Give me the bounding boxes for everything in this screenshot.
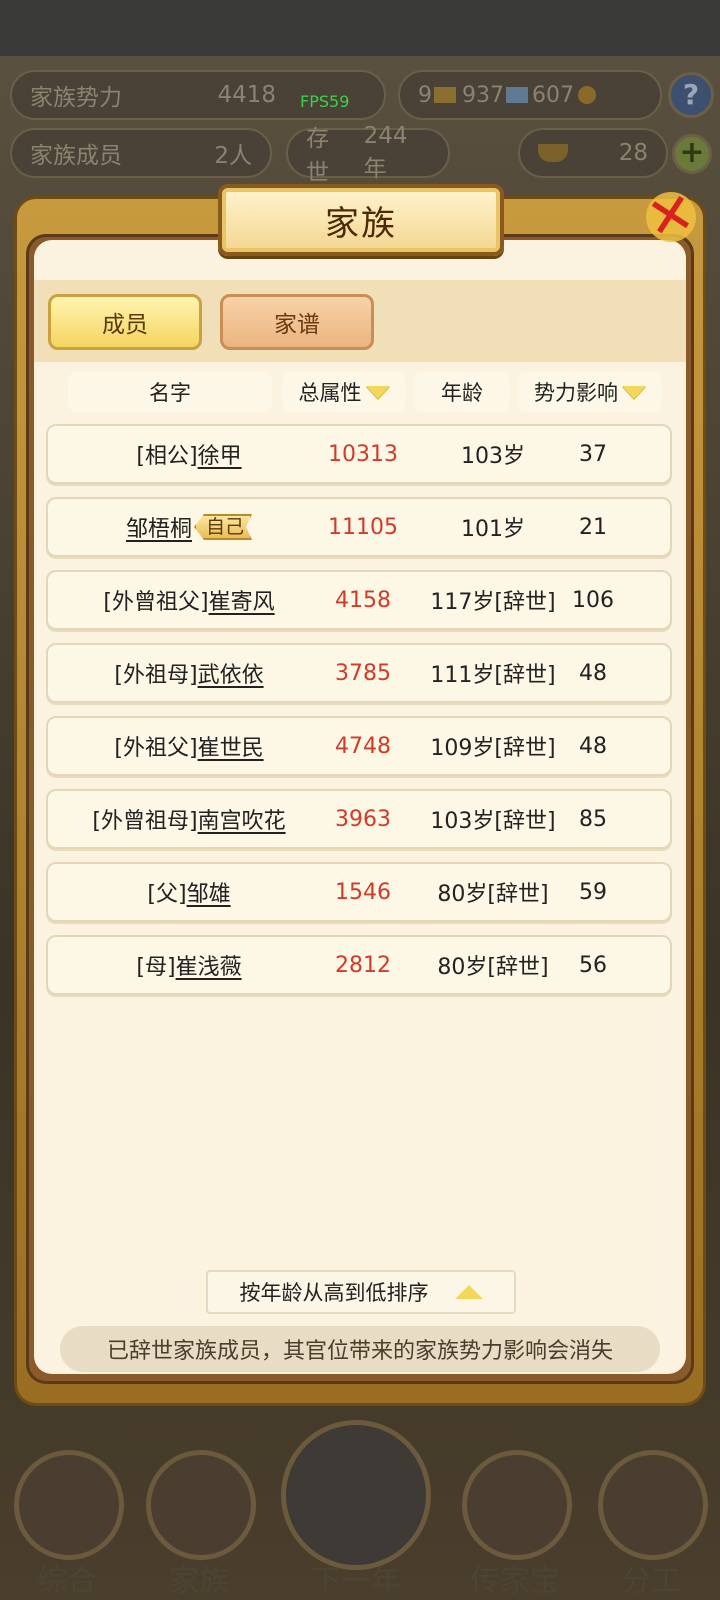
scroll-icon [14, 1450, 124, 1560]
tab-family-tree[interactable]: 家谱 [220, 294, 374, 350]
member-name-cell: 邹梧桐 自己 [48, 499, 330, 555]
silver-bar-icon [506, 87, 528, 103]
nav-family[interactable]: 家族 [134, 1440, 264, 1600]
coin-icon [578, 86, 596, 104]
sort-up-icon [454, 1285, 483, 1299]
influence-value: 37 [579, 441, 607, 467]
survived-label: 存世 [306, 126, 329, 186]
status-bar [0, 0, 720, 56]
member-name-link[interactable]: 邹雄 [187, 876, 231, 908]
notice-text: 已辞世家族成员，其官位带来的家族势力影响会消失 [106, 1339, 613, 1364]
influence-value: 48 [579, 733, 607, 759]
dialog-title: 家族 [325, 203, 397, 244]
nav-next-year-label: 下一年 [311, 1564, 401, 1599]
self-badge: 自己 [194, 514, 252, 540]
coin-value: 607 [532, 82, 574, 108]
ingot-icon [538, 144, 568, 162]
currency-bar: 9 937 607 [398, 70, 662, 120]
relation-prefix: [相公] [136, 444, 198, 469]
ingot-bar: 28 [518, 128, 668, 178]
nav-assign[interactable]: 分工 [586, 1440, 716, 1600]
member-name-cell: [外曾祖母] 南宫吹花 [48, 791, 330, 847]
sort-down-icon [622, 385, 646, 399]
influence-value: 106 [572, 587, 614, 613]
header-influence-label: 势力影响 [534, 381, 618, 405]
member-name-link[interactable]: 崔世民 [198, 730, 264, 762]
table-row[interactable]: 邹梧桐 自己 11105 101岁 21 [46, 497, 672, 557]
ingot-value: 28 [618, 140, 648, 166]
member-name-cell: [外祖父] 崔世民 [48, 718, 330, 774]
table-row[interactable]: [外曾祖父] 崔寄风 4158 117岁[辞世] 106 [46, 570, 672, 630]
influence-value: 56 [579, 952, 607, 978]
relation-prefix: [母] [136, 955, 176, 980]
table-row[interactable]: [相公] 徐甲 10313 103岁 37 [46, 424, 672, 484]
header-age: 年龄 [414, 372, 510, 412]
nav-heirloom-label: 传家宝 [470, 1564, 560, 1599]
members-label: 家族成员 [30, 143, 122, 169]
house-icon [146, 1450, 256, 1560]
relation-prefix: [外祖父] [114, 736, 198, 761]
jade-icon [462, 1450, 572, 1560]
member-name-link[interactable]: 徐甲 [198, 438, 242, 470]
relation-prefix: [父] [147, 882, 187, 907]
people-icon [598, 1450, 708, 1560]
table-row[interactable]: [外祖母] 武依依 3785 111岁[辞世] 48 [46, 643, 672, 703]
gold-bar-icon [434, 87, 456, 103]
header-name-label: 名字 [149, 381, 191, 405]
member-name-cell: [外祖母] 武依依 [48, 645, 330, 701]
member-name-link[interactable]: 南宫吹花 [198, 803, 286, 835]
nav-heirloom[interactable]: 传家宝 [450, 1440, 580, 1600]
member-name-link[interactable]: 邹梧桐 [126, 511, 192, 543]
survived-value: 244年 [363, 123, 408, 182]
clan-power-value: 4418 [217, 82, 276, 108]
notice-banner: 已辞世家族成员，其官位带来的家族势力影响会消失 [60, 1326, 660, 1372]
sort-down-icon [365, 385, 390, 399]
influence-value: 59 [579, 879, 607, 905]
tab-members[interactable]: 成员 [48, 294, 202, 350]
header-name: 名字 [68, 372, 272, 412]
survived-bar: 存世 244年 [286, 123, 450, 186]
silver-value: 937 [462, 82, 504, 108]
member-name-link[interactable]: 武依依 [198, 657, 264, 689]
member-name-link[interactable]: 崔寄风 [209, 584, 275, 616]
table-row[interactable]: [父] 邹雄 1546 80岁[辞世] 59 [46, 862, 672, 922]
member-name-cell: [母] 崔浅薇 [48, 937, 330, 993]
influence-value: 85 [579, 806, 607, 832]
members-value: 2人 [214, 143, 252, 169]
fps-counter: FPS59 [300, 92, 350, 111]
member-name-cell: [外曾祖父] 崔寄风 [48, 572, 330, 628]
members-bar: 家族成员 2人 [10, 128, 272, 178]
table-row[interactable]: [外曾祖母] 南宫吹花 3963 103岁[辞世] 85 [46, 789, 672, 849]
nav-overview-label: 综合 [37, 1564, 97, 1599]
member-name-link[interactable]: 崔浅薇 [176, 949, 242, 981]
nav-assign-label: 分工 [621, 1564, 681, 1599]
nav-next-year[interactable]: 下一年 [276, 1420, 436, 1600]
table-row[interactable]: [母] 崔浅薇 2812 80岁[辞世] 56 [46, 935, 672, 995]
relation-prefix: [外曾祖父] [103, 590, 209, 615]
relation-prefix: [外曾祖母] [92, 809, 198, 834]
clan-power-label: 家族势力 [30, 85, 122, 111]
gold-value: 9 [418, 82, 432, 108]
sort-order-label: 按年龄从高到低排序 [239, 1281, 429, 1305]
header-age-label: 年龄 [441, 381, 483, 405]
table-row[interactable]: [外祖父] 崔世民 4748 109岁[辞世] 48 [46, 716, 672, 776]
sort-order-button[interactable]: 按年龄从高到低排序 [206, 1270, 516, 1314]
close-icon[interactable]: ✕ [634, 180, 708, 254]
nav-family-label: 家族 [169, 1564, 229, 1599]
header-total-attr-label: 总属性 [298, 381, 362, 405]
influence-value: 21 [579, 514, 607, 540]
header-influence[interactable]: 势力影响 [518, 372, 662, 412]
mountain-icon [281, 1420, 431, 1570]
dialog-title-plaque: 家族 [218, 184, 504, 256]
bottom-nav: 综合 家族 下一年 传家宝 分工 [0, 1420, 720, 1600]
add-ingot-button[interactable]: + [672, 134, 712, 174]
relation-prefix: [外祖母] [114, 663, 198, 688]
influence-value: 48 [579, 660, 607, 686]
member-name-cell: [父] 邹雄 [48, 864, 330, 920]
header-total-attr[interactable]: 总属性 [282, 372, 406, 412]
member-name-cell: [相公] 徐甲 [48, 426, 330, 482]
help-button[interactable]: ? [668, 72, 714, 118]
nav-overview[interactable]: 综合 [2, 1440, 132, 1600]
